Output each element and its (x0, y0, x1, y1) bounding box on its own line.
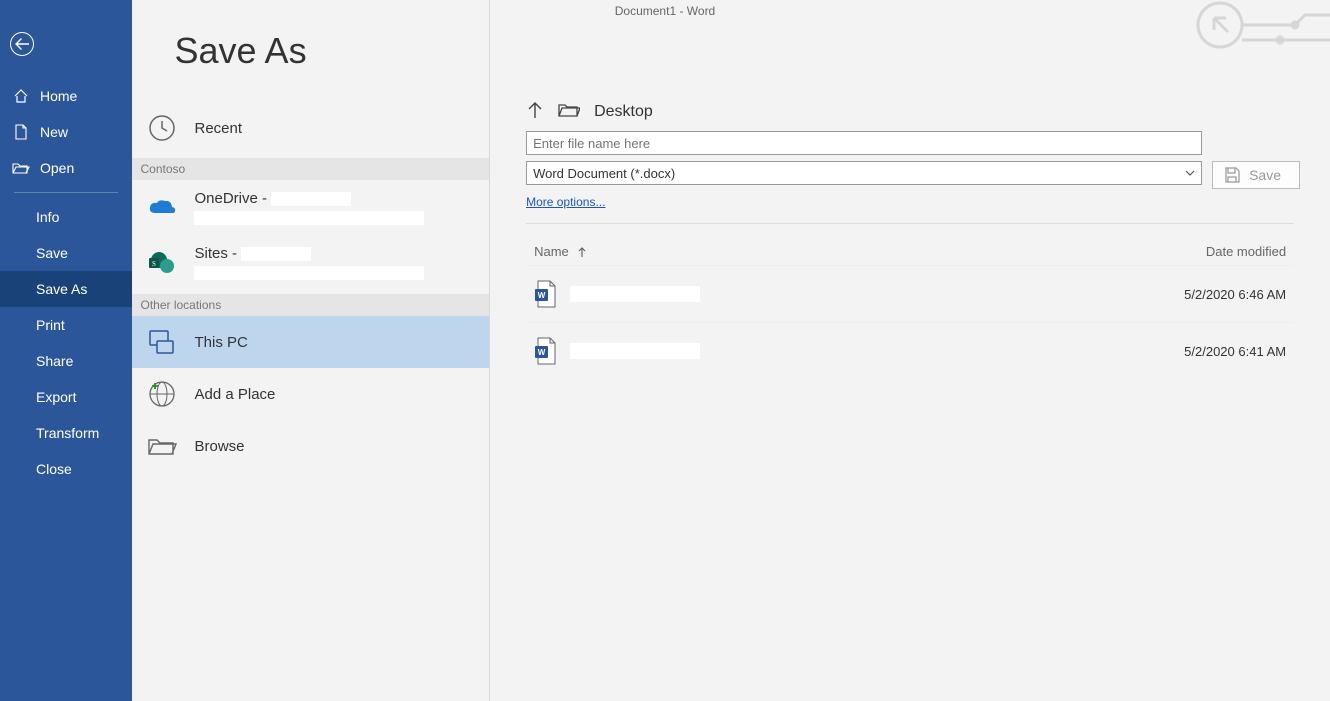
onedrive-icon (146, 192, 178, 224)
location-label: This PC (194, 334, 477, 351)
location-this-pc[interactable]: This PC (132, 316, 489, 368)
location-add-place[interactable]: Add a Place (132, 368, 489, 420)
file-modified: 5/2/2020 6:46 AM (1126, 287, 1286, 302)
location-browse[interactable]: Browse (132, 420, 489, 472)
word-file-icon: W (534, 280, 556, 308)
sort-ascending-icon (577, 246, 587, 258)
sidebar-label: New (40, 124, 68, 140)
open-folder-icon (12, 161, 30, 175)
locations-panel: Save As Recent Contoso OneDrive - S Site… (132, 0, 490, 701)
location-label: Browse (194, 438, 477, 455)
sidebar-label: Home (40, 88, 77, 104)
redacted-secondary (194, 211, 424, 225)
sidebar-item-close[interactable]: Close (0, 451, 132, 487)
add-place-icon (146, 378, 178, 410)
sidebar-item-open[interactable]: Open (0, 150, 132, 186)
svg-text:S: S (153, 260, 157, 268)
chevron-down-icon (1185, 170, 1195, 176)
location-sites[interactable]: S Sites - (132, 235, 489, 290)
home-icon (12, 88, 30, 104)
location-onedrive[interactable]: OneDrive - (132, 180, 489, 235)
redacted-text (241, 247, 311, 261)
filetype-value: Word Document (*.docx) (533, 166, 675, 181)
this-pc-icon (146, 326, 178, 358)
save-button[interactable]: Save (1212, 161, 1300, 189)
location-label: Add a Place (194, 386, 477, 403)
redacted-filename (570, 343, 700, 359)
folder-up-button[interactable] (526, 100, 544, 123)
locations-other-header: Other locations (132, 294, 489, 316)
file-modified: 5/2/2020 6:41 AM (1126, 344, 1286, 359)
browse-folder-icon (146, 430, 178, 462)
sidebar-item-share[interactable]: Share (0, 343, 132, 379)
sharepoint-icon: S (146, 247, 178, 279)
sidebar-divider (14, 192, 118, 193)
file-row[interactable]: W 5/2/2020 6:46 AM (526, 265, 1294, 322)
sidebar-item-home[interactable]: Home (0, 78, 132, 114)
file-list-header[interactable]: Name Date modified (526, 238, 1294, 265)
svg-text:W: W (538, 348, 546, 357)
new-icon (12, 124, 30, 140)
sidebar-item-saveas[interactable]: Save As (0, 271, 132, 307)
location-label: Sites - (194, 245, 237, 262)
location-label: Recent (194, 120, 477, 137)
sidebar-item-print[interactable]: Print (0, 307, 132, 343)
redacted-filename (570, 286, 700, 302)
back-arrow-icon (15, 37, 29, 51)
page-title: Save As (174, 30, 489, 72)
save-disk-icon (1223, 166, 1241, 184)
location-label: OneDrive - (194, 190, 267, 207)
save-label: Save (1249, 167, 1281, 183)
filename-input[interactable] (526, 131, 1202, 155)
svg-text:W: W (538, 291, 546, 300)
browse-panel: Desktop Word Document (*.docx) Save More… (490, 0, 1330, 701)
file-list: Name Date modified W 5/2/2020 6:46 AM W … (526, 238, 1294, 379)
back-button[interactable] (10, 32, 34, 56)
sidebar-item-save[interactable]: Save (0, 235, 132, 271)
column-modified-label: Date modified (1126, 244, 1286, 259)
divider (526, 223, 1294, 224)
sidebar-item-transform[interactable]: Transform (0, 415, 132, 451)
sidebar-item-export[interactable]: Export (0, 379, 132, 415)
more-options-link[interactable]: More options... (526, 195, 605, 209)
redacted-secondary (194, 266, 424, 280)
backstage-sidebar: Home New Open Info Save Save As Print Sh… (0, 0, 132, 701)
column-name-label: Name (534, 244, 569, 259)
sidebar-label: Open (40, 160, 74, 176)
location-recent[interactable]: Recent (132, 102, 489, 154)
folder-icon (558, 102, 580, 121)
file-row[interactable]: W 5/2/2020 6:41 AM (526, 322, 1294, 379)
word-file-icon: W (534, 337, 556, 365)
recent-clock-icon (146, 112, 178, 144)
filetype-select[interactable]: Word Document (*.docx) (526, 161, 1202, 185)
sidebar-item-info[interactable]: Info (0, 199, 132, 235)
redacted-text (271, 192, 351, 206)
locations-group-header: Contoso (132, 158, 489, 180)
sidebar-item-new[interactable]: New (0, 114, 132, 150)
current-folder-label[interactable]: Desktop (594, 103, 653, 121)
